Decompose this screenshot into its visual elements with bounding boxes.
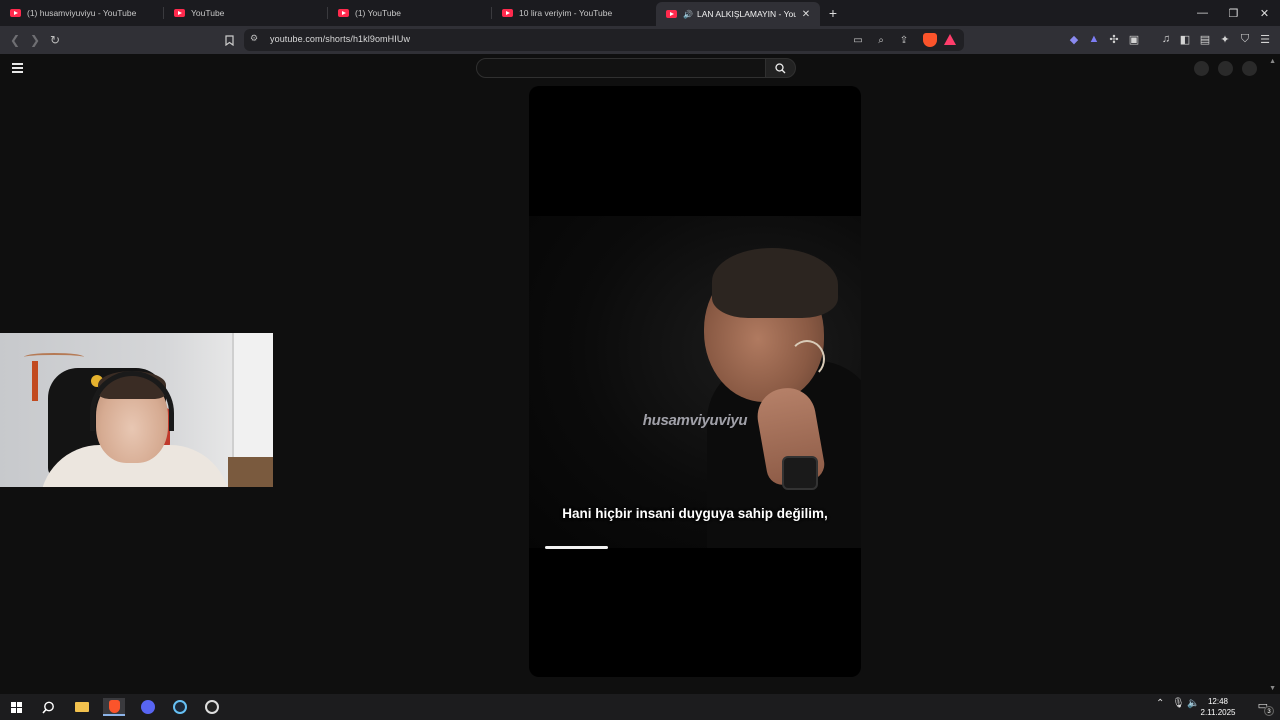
earpiece-mic: [789, 340, 825, 378]
tab-title: (1) husamviyuviyu - YouTube: [27, 8, 137, 18]
search-icon: [775, 62, 786, 73]
steam-icon[interactable]: [169, 698, 191, 716]
shorts-player[interactable]: husamviyuviyu Hani hiçbir insani duyguya…: [529, 86, 861, 677]
speaker-icon[interactable]: 🔊: [683, 10, 693, 19]
windows-start-icon[interactable]: [5, 698, 27, 716]
playback-progress-bar[interactable]: [545, 546, 608, 549]
tab-title: LAN ALKIŞLAMAYIN - YouTube: [696, 9, 796, 19]
tab-title: 10 lira veriyim - YouTube: [519, 8, 613, 18]
webcam-desk: [228, 457, 273, 487]
tab-title: YouTube: [191, 8, 225, 18]
sidebar-toggle-icon[interactable]: ◧: [1178, 32, 1192, 46]
tab-2[interactable]: YouTube: [164, 0, 328, 26]
guide-menu-icon[interactable]: [12, 63, 23, 75]
youtube-favicon-icon: [666, 10, 677, 18]
tab-title: (1) YouTube: [355, 8, 401, 18]
speaker-hair: [712, 248, 838, 318]
url-text[interactable]: youtube.com/shorts/h1kl9omHIUw: [270, 34, 410, 44]
extensions-icon[interactable]: ✣: [1107, 32, 1121, 46]
bookmark-icon[interactable]: [220, 31, 238, 49]
tab-close-icon[interactable]: ✕: [800, 9, 812, 20]
leo-sparkle-icon[interactable]: ✦: [1218, 32, 1232, 46]
menu-icon[interactable]: ☰: [1258, 32, 1272, 46]
scroll-up-arrow-icon[interactable]: ▲: [1269, 58, 1276, 65]
video-frame: husamviyuviyu Hani hiçbir insani duyguya…: [529, 216, 861, 548]
tray-overflow-chevron-icon[interactable]: ⌃: [1156, 698, 1164, 709]
wallet-icon[interactable]: ▤: [1198, 32, 1212, 46]
search-icon[interactable]: [37, 698, 59, 716]
window-controls: — ❐ ✕: [1187, 0, 1280, 26]
tab-5-active[interactable]: 🔊 LAN ALKIŞLAMAYIN - YouTube ✕: [656, 2, 820, 26]
youtube-favicon-icon: [502, 9, 513, 17]
youtube-favicon-icon: [338, 9, 349, 17]
youtube-page: ▲ ▼ husamviyuviyu Hani hiçbir insani duy…: [0, 54, 1280, 694]
tab-4[interactable]: 10 lira veriyim - YouTube: [492, 0, 656, 26]
notifications-button-placeholder[interactable]: [1218, 61, 1233, 76]
brave-browser-icon[interactable]: [103, 698, 125, 716]
video-subtitle: Hani hiçbir insani duyguya sahip değilim…: [562, 506, 828, 521]
youtube-favicon-icon: [10, 9, 21, 17]
clock-date: 2.11.2025: [1200, 708, 1236, 717]
browser-toolbar: ❮ ❯ ↻ ⚙ youtube.com/shorts/h1kl9omHIUw ▭…: [0, 26, 1280, 54]
browser-tab-strip: (1) husamviyuviyu - YouTube YouTube (1) …: [0, 0, 1280, 26]
brave-shield-icon[interactable]: [923, 33, 937, 47]
scroll-down-arrow-icon[interactable]: ▼: [1269, 685, 1276, 692]
search-button[interactable]: [765, 58, 796, 78]
clock-time: 12:48: [1207, 697, 1229, 706]
tab-3[interactable]: (1) YouTube: [328, 0, 492, 26]
back-arrow-icon[interactable]: ❮: [6, 31, 24, 49]
youtube-favicon-icon: [174, 9, 185, 17]
discord-icon[interactable]: [137, 698, 159, 716]
leo-ai-icon[interactable]: ◆: [1067, 32, 1081, 46]
reload-icon[interactable]: ↻: [46, 31, 64, 49]
restore-button[interactable]: ❐: [1218, 0, 1249, 26]
minimize-button[interactable]: —: [1187, 0, 1218, 26]
webcam-overlay: [0, 333, 273, 487]
cast-icon[interactable]: ▭: [850, 32, 866, 48]
forward-arrow-icon[interactable]: ❯: [26, 31, 44, 49]
brave-rewards-icon[interactable]: [944, 34, 956, 45]
windows-taskbar: ⌃ 🎙 🔈 12:48 2.11.2025 ▭ 3: [0, 694, 1280, 720]
screenshot-icon[interactable]: ▣: [1127, 32, 1141, 46]
share-icon[interactable]: ⇪: [896, 32, 912, 48]
file-explorer-icon[interactable]: [71, 698, 93, 716]
address-bar[interactable]: ⚙ youtube.com/shorts/h1kl9omHIUw ▭ ⌕ ⇪: [244, 29, 964, 51]
tab-1[interactable]: (1) husamviyuviyu - YouTube: [0, 0, 164, 26]
search-input[interactable]: [476, 58, 766, 78]
webcam-garland: [24, 353, 84, 361]
media-icon[interactable]: ♫: [1159, 32, 1173, 46]
notification-count-badge: 3: [1264, 706, 1274, 716]
webcam-ribbon: [32, 361, 38, 401]
vpn-icon[interactable]: ▲: [1087, 32, 1101, 46]
site-info-icon[interactable]: ⚙: [250, 33, 258, 44]
system-clock[interactable]: 12:48 2.11.2025: [1196, 696, 1240, 718]
create-button-placeholder[interactable]: [1194, 61, 1209, 76]
shield-icon[interactable]: ⛉: [1238, 32, 1252, 46]
avatar[interactable]: [1242, 61, 1257, 76]
channel-watermark: husamviyuviyu: [642, 412, 748, 429]
new-tab-button[interactable]: +: [820, 0, 846, 26]
zoom-icon[interactable]: ⌕: [873, 32, 889, 48]
wristwatch: [782, 456, 818, 490]
obs-icon[interactable]: [201, 698, 223, 716]
close-window-button[interactable]: ✕: [1249, 0, 1280, 26]
microphone-icon[interactable]: 🎙: [1172, 698, 1185, 709]
